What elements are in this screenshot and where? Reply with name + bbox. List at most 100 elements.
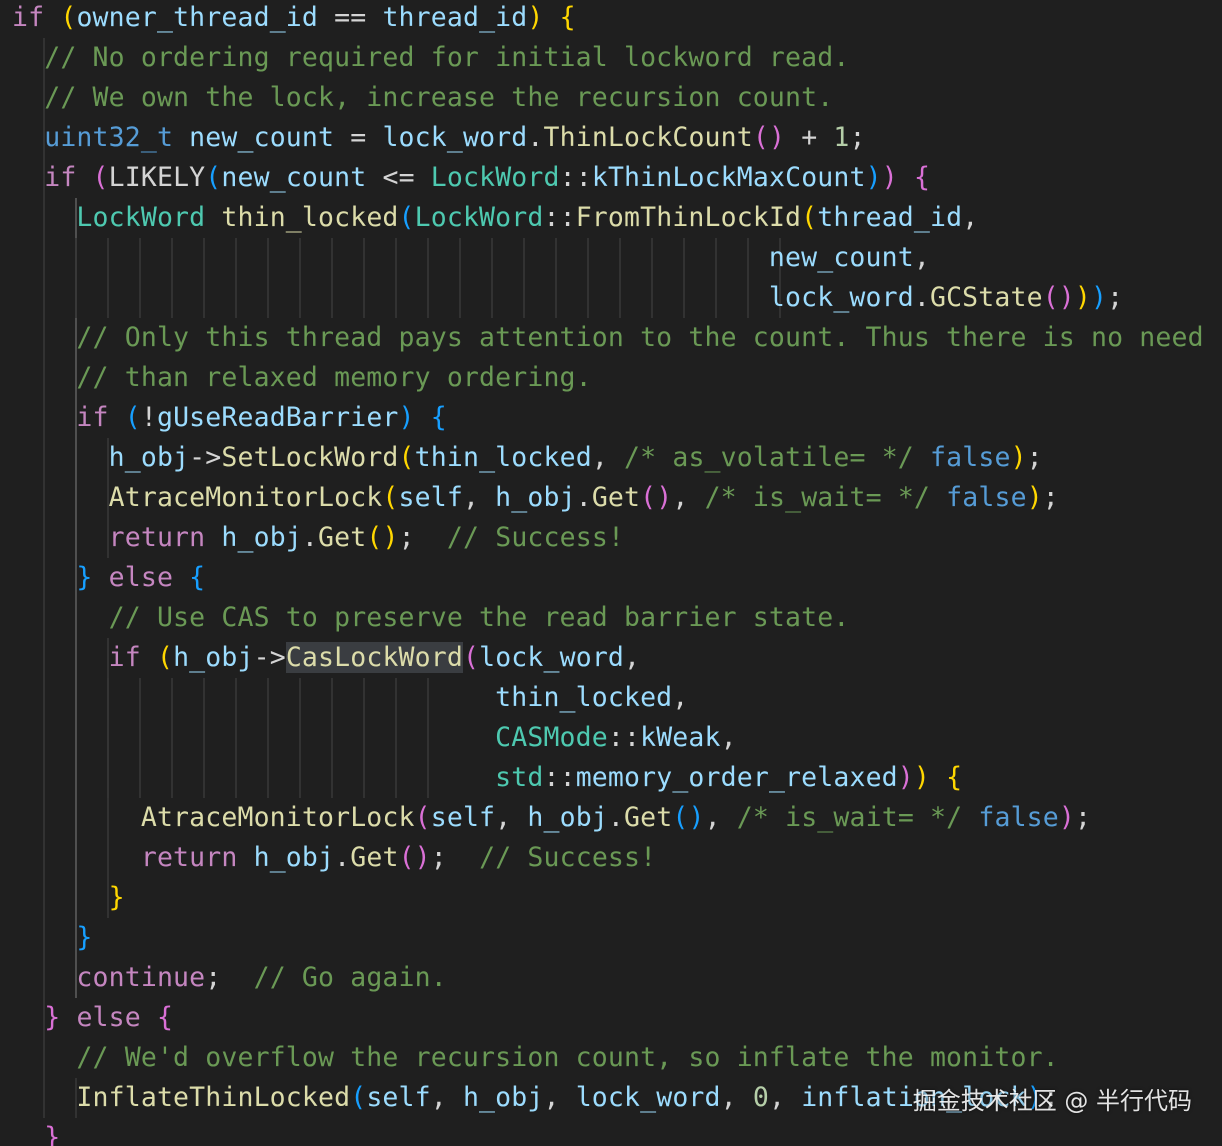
- code-line[interactable]: // Use CAS to preserve the read barrier …: [12, 598, 850, 638]
- code-token: ->: [189, 442, 222, 473]
- code-token: thread_id: [382, 2, 528, 33]
- code-token: {: [559, 2, 576, 33]
- code-token: (): [640, 482, 673, 513]
- code-token: (: [124, 402, 141, 433]
- code-line[interactable]: return h_obj.Get(); // Success!: [12, 518, 624, 558]
- code-token: ;: [849, 122, 866, 153]
- code-line[interactable]: thin_locked,: [12, 678, 688, 718]
- code-token: ==: [318, 2, 383, 33]
- code-line[interactable]: if (h_obj->CasLockWord(lock_word,: [12, 638, 640, 678]
- code-line[interactable]: if (owner_thread_id == thread_id) {: [12, 0, 576, 38]
- code-token: }: [76, 922, 93, 953]
- code-line[interactable]: }: [12, 878, 125, 918]
- code-token: return: [108, 522, 206, 553]
- code-token: lock_word: [382, 122, 528, 153]
- code-line[interactable]: h_obj->SetLockWord(thin_locked, /* as_vo…: [12, 438, 1043, 478]
- code-line[interactable]: // Only this thread pays attention to th…: [12, 318, 1222, 358]
- code-line[interactable]: std::memory_order_relaxed)) {: [12, 758, 962, 798]
- code-line[interactable]: return h_obj.Get(); // Success!: [12, 838, 656, 878]
- code-token: LockWord: [414, 202, 544, 233]
- code-line[interactable]: // No ordering required for initial lock…: [12, 38, 849, 78]
- code-token: InflateThinLocked: [76, 1082, 351, 1113]
- code-token: // No ordering required for initial lock…: [12, 42, 850, 73]
- code-token: if: [44, 162, 77, 193]
- code-token: ;: [1042, 482, 1059, 513]
- code-token: gUseReadBarrier: [156, 402, 399, 433]
- code-token: thin_locked: [495, 682, 673, 713]
- code-line[interactable]: uint32_t new_count = lock_word.ThinLockC…: [12, 118, 866, 158]
- code-token: /* as_volatile= */: [624, 442, 914, 473]
- code-token: ,: [672, 682, 689, 713]
- code-token: AtraceMonitorLock: [140, 802, 415, 833]
- code-token: // Only this thread pays attention to th…: [76, 322, 1222, 353]
- code-token: !: [140, 402, 157, 433]
- code-line[interactable]: AtraceMonitorLock(self, h_obj.Get(), /* …: [12, 798, 1091, 838]
- code-token: new_count: [221, 162, 367, 193]
- watermark: 掘金技术社区 @ 半行代码: [912, 1087, 1192, 1115]
- code-line[interactable]: }: [12, 1118, 60, 1146]
- code-line[interactable]: // We own the lock, increase the recursi…: [12, 78, 833, 118]
- code-line[interactable]: } else {: [12, 998, 173, 1038]
- code-token: ,: [720, 722, 737, 753]
- code-token: (: [462, 642, 480, 673]
- code-token: ;: [1026, 442, 1043, 473]
- code-editor[interactable]: if (owner_thread_id == thread_id) { // N…: [0, 0, 1222, 1146]
- code-line[interactable]: CASMode::kWeak,: [12, 718, 737, 758]
- code-token: +: [785, 122, 834, 153]
- code-line[interactable]: }: [12, 918, 93, 958]
- code-token: false: [978, 802, 1059, 833]
- code-token: ,: [913, 242, 930, 273]
- code-line[interactable]: // than relaxed memory ordering.: [12, 358, 592, 398]
- code-token: kThinLockMaxCount: [591, 162, 866, 193]
- code-line[interactable]: continue; // Go again.: [12, 958, 447, 998]
- code-line[interactable]: if (!gUseReadBarrier) {: [12, 398, 447, 438]
- code-token: (: [350, 1082, 367, 1113]
- code-line[interactable]: InflateThinLocked(self, h_obj, lock_word…: [12, 1078, 1059, 1118]
- code-token: h_obj: [253, 842, 335, 873]
- code-line[interactable]: } else {: [12, 558, 205, 598]
- code-line[interactable]: AtraceMonitorLock(self, h_obj.Get(), /* …: [12, 478, 1059, 518]
- code-token: uint32_t: [44, 122, 174, 153]
- code-token: LIKELY: [108, 162, 206, 193]
- code-line[interactable]: if (LIKELY(new_count <= LockWord::kThinL…: [12, 158, 930, 198]
- code-token: ;: [398, 522, 415, 553]
- code-token: // Success!: [446, 842, 657, 873]
- code-token: // Use CAS to preserve the read barrier …: [12, 602, 850, 633]
- code-line[interactable]: LockWord thin_locked(LockWord::FromThinL…: [12, 198, 978, 238]
- code-token: self: [366, 1082, 431, 1113]
- code-line[interactable]: // We'd overflow the recursion count, so…: [12, 1038, 1059, 1078]
- code-token: {: [913, 162, 931, 193]
- code-token: return: [140, 842, 238, 873]
- code-token: thin_locked: [221, 202, 399, 233]
- code-token: ): [1074, 282, 1092, 313]
- code-line[interactable]: new_count,: [12, 238, 930, 278]
- code-token: ): [881, 162, 898, 193]
- code-token: 0: [752, 1082, 769, 1113]
- code-token: ,: [591, 442, 625, 473]
- code-token: ,: [704, 802, 737, 833]
- code-line[interactable]: lock_word.GCState()));: [12, 278, 1123, 318]
- code-token: ,: [430, 1082, 463, 1113]
- code-token: }: [44, 1002, 61, 1033]
